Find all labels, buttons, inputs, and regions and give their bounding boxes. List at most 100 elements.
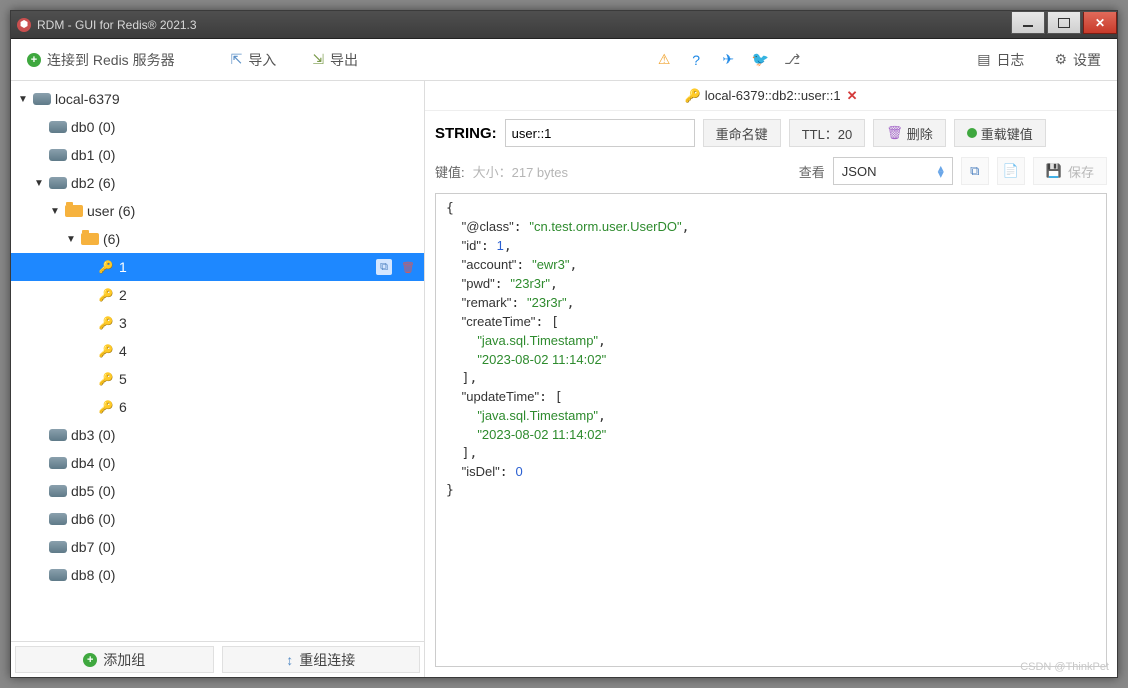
- log-button[interactable]: ▤ 日志: [969, 46, 1032, 74]
- swap-icon: ↕: [286, 652, 293, 668]
- database-icon: [49, 541, 67, 553]
- ttl-button[interactable]: TTL：20: [789, 119, 866, 147]
- connection-label: local-6379: [55, 91, 120, 107]
- tab-title[interactable]: local-6379::db2::user::1: [705, 88, 841, 103]
- db-label: db2: [71, 175, 94, 191]
- settings-button[interactable]: ⚙ 设置: [1046, 46, 1109, 74]
- connect-button[interactable]: + 连接到 Redis 服务器: [19, 46, 183, 74]
- database-icon: [49, 429, 67, 441]
- warning-icon[interactable]: ⚠: [655, 51, 673, 69]
- log-icon: ▤: [977, 51, 990, 68]
- maximize-button[interactable]: [1047, 12, 1081, 34]
- folder-icon: [81, 233, 99, 245]
- delete-button[interactable]: 🗑删除: [873, 119, 946, 147]
- db-count: (6): [98, 175, 115, 191]
- folder-icon: [65, 205, 83, 217]
- database-icon: [49, 149, 67, 161]
- database-icon: [49, 513, 67, 525]
- db-node-db3[interactable]: db3 (0): [11, 421, 424, 449]
- telegram-icon[interactable]: ✈: [719, 51, 737, 69]
- settings-label: 设置: [1073, 50, 1101, 70]
- main-panel: 🔑 local-6379::db2::user::1 ✕ STRING: 重命名…: [425, 81, 1117, 677]
- copy-value-button[interactable]: ⧉: [961, 157, 989, 185]
- db-count: (0): [98, 483, 115, 499]
- chevron-down-icon[interactable]: ▼: [17, 94, 29, 105]
- folder-label: (6): [103, 231, 120, 247]
- app-icon: ⬢: [17, 18, 31, 32]
- copy-cmd-button[interactable]: 📄: [997, 157, 1025, 185]
- key-node-4[interactable]: 🔑4: [11, 337, 424, 365]
- log-label: 日志: [996, 50, 1024, 70]
- close-button[interactable]: ✕: [1083, 12, 1117, 34]
- save-icon: 💾: [1046, 163, 1062, 179]
- folder-user[interactable]: ▼ user (6): [11, 197, 424, 225]
- export-icon: ⇲: [312, 51, 324, 68]
- twitter-icon[interactable]: 🐦: [751, 51, 769, 69]
- format-select[interactable]: JSON ▴▾: [833, 157, 953, 185]
- copy-key-icon[interactable]: ⧉: [376, 259, 392, 275]
- add-group-button[interactable]: + 添加组: [15, 646, 214, 673]
- titlebar[interactable]: ⬢ RDM - GUI for Redis® 2021.3 ✕: [11, 11, 1117, 39]
- watermark: CSDN @ThinkPet: [1020, 661, 1109, 673]
- db-node-db6[interactable]: db6 (0): [11, 505, 424, 533]
- key-node-5[interactable]: 🔑5: [11, 365, 424, 393]
- db-node-db2[interactable]: ▼ db2 (6): [11, 169, 424, 197]
- value-size: 大小：217 bytes: [473, 162, 568, 181]
- key-node-6[interactable]: 🔑6: [11, 393, 424, 421]
- database-icon: [49, 485, 67, 497]
- delete-key-icon[interactable]: 🗑: [400, 259, 416, 275]
- db-node-db4[interactable]: db4 (0): [11, 449, 424, 477]
- chevron-down-icon[interactable]: ▼: [49, 206, 61, 217]
- window-title: RDM - GUI for Redis® 2021.3: [37, 18, 197, 32]
- minimize-button[interactable]: [1011, 12, 1045, 34]
- key-node-1[interactable]: 🔑 1 ⧉ 🗑: [11, 253, 424, 281]
- reconnect-button[interactable]: ↕ 重组连接: [222, 646, 421, 673]
- db-label: db0: [71, 119, 94, 135]
- app-window: ⬢ RDM - GUI for Redis® 2021.3 ✕ + 连接到 Re…: [10, 10, 1118, 678]
- trash-icon: 🗑: [886, 125, 903, 141]
- db-node-db0[interactable]: db0 (0): [11, 113, 424, 141]
- db-node-db5[interactable]: db5 (0): [11, 477, 424, 505]
- add-group-label: 添加组: [103, 650, 145, 670]
- key-header: STRING: 重命名键 TTL：20 🗑删除 重载键值: [425, 111, 1117, 155]
- db-label: db8: [71, 567, 94, 583]
- key-label: 3: [119, 315, 127, 331]
- value-toolbar: 键值: 大小：217 bytes 查看 JSON ▴▾ ⧉ 📄 💾 保存: [425, 155, 1117, 193]
- reconnect-label: 重组连接: [299, 650, 355, 670]
- value-label: 键值:: [435, 162, 465, 181]
- db-node-db1[interactable]: db1 (0): [11, 141, 424, 169]
- key-node-2[interactable]: 🔑2: [11, 281, 424, 309]
- import-icon: ⇱: [231, 51, 243, 68]
- chevron-down-icon[interactable]: ▼: [33, 178, 45, 189]
- key-icon: 🔑: [685, 88, 701, 104]
- key-label: 6: [119, 399, 127, 415]
- format-value: JSON: [842, 164, 877, 179]
- database-icon: [49, 457, 67, 469]
- tab-close-icon[interactable]: ✕: [847, 88, 858, 104]
- connection-node[interactable]: ▼ local-6379: [11, 85, 424, 113]
- import-label: 导入: [248, 50, 276, 70]
- import-button[interactable]: ⇱ 导入: [223, 46, 285, 74]
- key-icon: 🔑: [97, 372, 115, 386]
- folder-anon[interactable]: ▼ (6): [11, 225, 424, 253]
- db-label: db7: [71, 539, 94, 555]
- export-button[interactable]: ⇲ 导出: [304, 46, 366, 74]
- db-count: (0): [98, 455, 115, 471]
- chevron-down-icon[interactable]: ▼: [65, 234, 77, 245]
- key-node-3[interactable]: 🔑3: [11, 309, 424, 337]
- help-icon[interactable]: ?: [687, 51, 705, 69]
- github-icon[interactable]: ⎇: [783, 51, 801, 69]
- db-node-db8[interactable]: db8 (0): [11, 561, 424, 589]
- db-label: db3: [71, 427, 94, 443]
- view-label: 查看: [799, 162, 825, 181]
- save-button[interactable]: 💾 保存: [1033, 157, 1107, 185]
- rename-button[interactable]: 重命名键: [703, 119, 781, 147]
- plus-icon: +: [27, 53, 41, 67]
- db-node-db7[interactable]: db7 (0): [11, 533, 424, 561]
- connection-tree[interactable]: ▼ local-6379 db0 (0) db1 (0) ▼: [11, 81, 424, 641]
- value-editor[interactable]: { "@class": "cn.test.orm.user.UserDO", "…: [435, 193, 1107, 667]
- key-name-input[interactable]: [505, 119, 695, 147]
- reload-button[interactable]: 重载键值: [954, 119, 1046, 147]
- database-icon: [49, 177, 67, 189]
- tab-strip: 🔑 local-6379::db2::user::1 ✕: [425, 81, 1117, 111]
